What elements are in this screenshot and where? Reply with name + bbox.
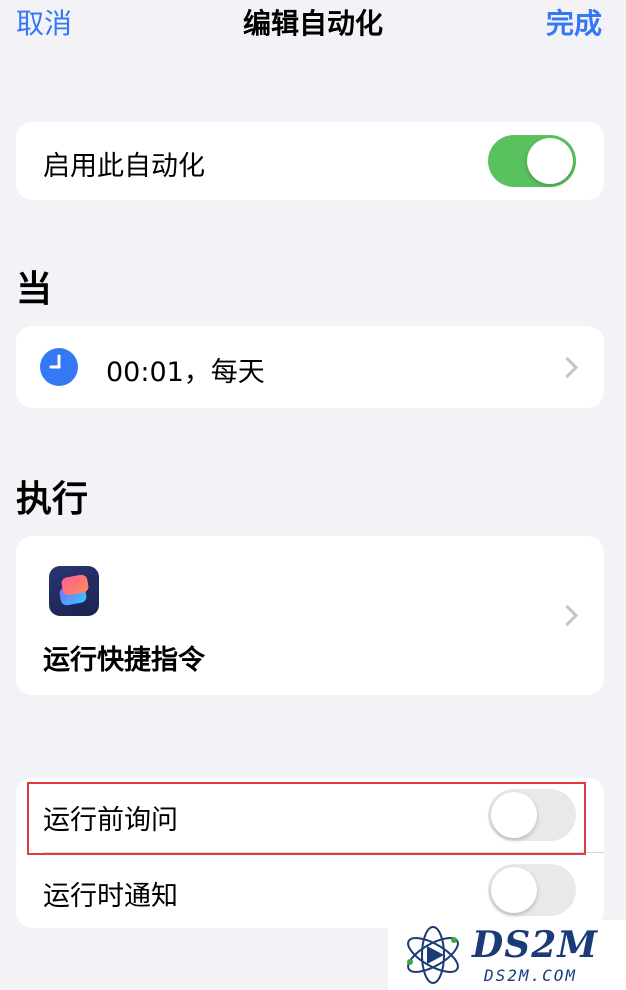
action-row[interactable]: 运行快捷指令 (16, 536, 604, 695)
watermark: DS2M DS2M.COM (388, 920, 626, 990)
trigger-time-label: 00:01，每天 (106, 357, 265, 388)
notify-when-run-toggle[interactable] (488, 864, 576, 916)
enable-automation-row: 启用此自动化 (16, 122, 604, 200)
page-title: 编辑自动化 (242, 7, 383, 40)
when-section-header: 当 (16, 269, 53, 310)
chevron-right-icon (556, 356, 579, 379)
atom-logo-icon (407, 926, 459, 984)
enable-automation-toggle[interactable] (488, 135, 576, 187)
clock-icon (40, 348, 78, 386)
done-button[interactable]: 完成 (546, 4, 602, 44)
shortcuts-app-icon (49, 566, 99, 616)
trigger-row[interactable]: 00:01，每天 (16, 326, 604, 408)
watermark-brand: DS2M (472, 924, 599, 966)
run-shortcut-label: 运行快捷指令 (43, 645, 205, 676)
chevron-right-icon (556, 604, 579, 627)
notify-when-run-label: 运行时通知 (43, 881, 178, 912)
highlight-annotation (27, 782, 586, 855)
do-section-header: 执行 (16, 479, 89, 520)
toggle-knob (527, 138, 573, 184)
watermark-url: DS2M.COM (484, 966, 578, 985)
enable-automation-label: 启用此自动化 (43, 151, 205, 182)
toggle-knob (491, 867, 537, 913)
